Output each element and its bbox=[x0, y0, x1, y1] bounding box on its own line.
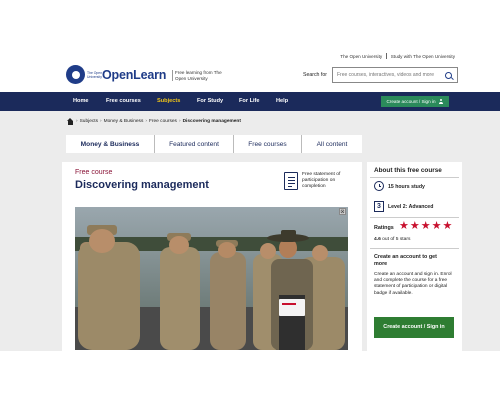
openlearn-logo[interactable]: OpenLearn bbox=[102, 68, 166, 82]
level-icon: 3 bbox=[374, 201, 384, 212]
image-close-icon[interactable]: ⊠ bbox=[339, 208, 346, 215]
openlearn-tagline: Free learning from The Open University bbox=[172, 70, 232, 82]
star-icon: ★ bbox=[431, 220, 442, 232]
breadcrumb-item[interactable]: Money & Business bbox=[104, 119, 144, 124]
ou-logo-icon bbox=[66, 65, 85, 84]
divider bbox=[370, 217, 459, 218]
certificate-icon bbox=[284, 172, 298, 190]
nav-for-life[interactable]: For Life bbox=[239, 98, 260, 104]
course-type-label: Free course bbox=[75, 169, 113, 176]
nav-subjects[interactable]: Subjects bbox=[157, 98, 180, 104]
ratings-label: Ratings bbox=[374, 225, 394, 231]
user-icon bbox=[439, 99, 444, 104]
divider bbox=[370, 177, 459, 178]
create-account-button[interactable]: Create account / Sign in bbox=[374, 317, 454, 338]
star-icon: ★ bbox=[409, 220, 420, 232]
breadcrumb-current: Discovering management bbox=[182, 119, 241, 124]
tab-featured-content[interactable]: Featured content bbox=[155, 135, 234, 153]
home-icon[interactable] bbox=[67, 118, 74, 125]
nav-for-study[interactable]: For Study bbox=[197, 98, 223, 104]
signin-button[interactable]: Create account / Sign in bbox=[381, 96, 449, 107]
study-hours: 15 hours study bbox=[388, 184, 425, 190]
star-icon: ★ bbox=[399, 220, 409, 232]
ou-link[interactable]: The Open University bbox=[340, 54, 382, 59]
ou-logo[interactable]: The Open University bbox=[66, 65, 105, 84]
star-icon: ★ bbox=[420, 220, 431, 232]
top-links: The Open University Study with The Open … bbox=[340, 53, 455, 59]
search-icon[interactable] bbox=[445, 71, 452, 79]
star-icon: ★ bbox=[442, 220, 453, 232]
divider bbox=[370, 248, 459, 249]
create-account-body: Create an account and sign in. Enrol and… bbox=[374, 272, 452, 296]
search-box bbox=[332, 67, 458, 83]
breadcrumb: › Subjects › Money & Business › Free cou… bbox=[67, 118, 241, 125]
about-heading: About this free course bbox=[374, 167, 442, 174]
certificate-text: Free statement of participation on compl… bbox=[302, 172, 341, 189]
rating-summary: 4.6 out of 5 stars bbox=[374, 237, 411, 242]
tab-free-courses[interactable]: Free courses bbox=[234, 135, 302, 153]
signin-label: Create account / Sign in bbox=[386, 99, 436, 104]
course-hero-image bbox=[75, 207, 348, 350]
course-level: Level 2: Advanced bbox=[388, 204, 434, 210]
search-label: Search for bbox=[303, 72, 327, 78]
divider bbox=[386, 53, 387, 59]
subject-tabs: Money & Business Featured content Free c… bbox=[66, 135, 362, 153]
nav-free-courses[interactable]: Free courses bbox=[106, 98, 141, 104]
breadcrumb-item[interactable]: Subjects bbox=[80, 119, 98, 124]
study-link[interactable]: Study with The Open University bbox=[391, 54, 455, 59]
breadcrumb-item[interactable]: Free courses bbox=[149, 119, 177, 124]
nav-help[interactable]: Help bbox=[276, 98, 288, 104]
clock-icon bbox=[374, 181, 384, 191]
create-account-heading: Create an account to get more bbox=[374, 254, 437, 267]
nav-home[interactable]: Home bbox=[73, 98, 89, 104]
tab-money-business[interactable]: Money & Business bbox=[66, 135, 155, 153]
tab-all-content[interactable]: All content bbox=[302, 135, 362, 153]
page-title: Discovering management bbox=[75, 179, 209, 191]
search-input[interactable] bbox=[333, 72, 443, 78]
rating-stars[interactable]: ★ ★ ★ ★ ★ bbox=[399, 221, 452, 232]
